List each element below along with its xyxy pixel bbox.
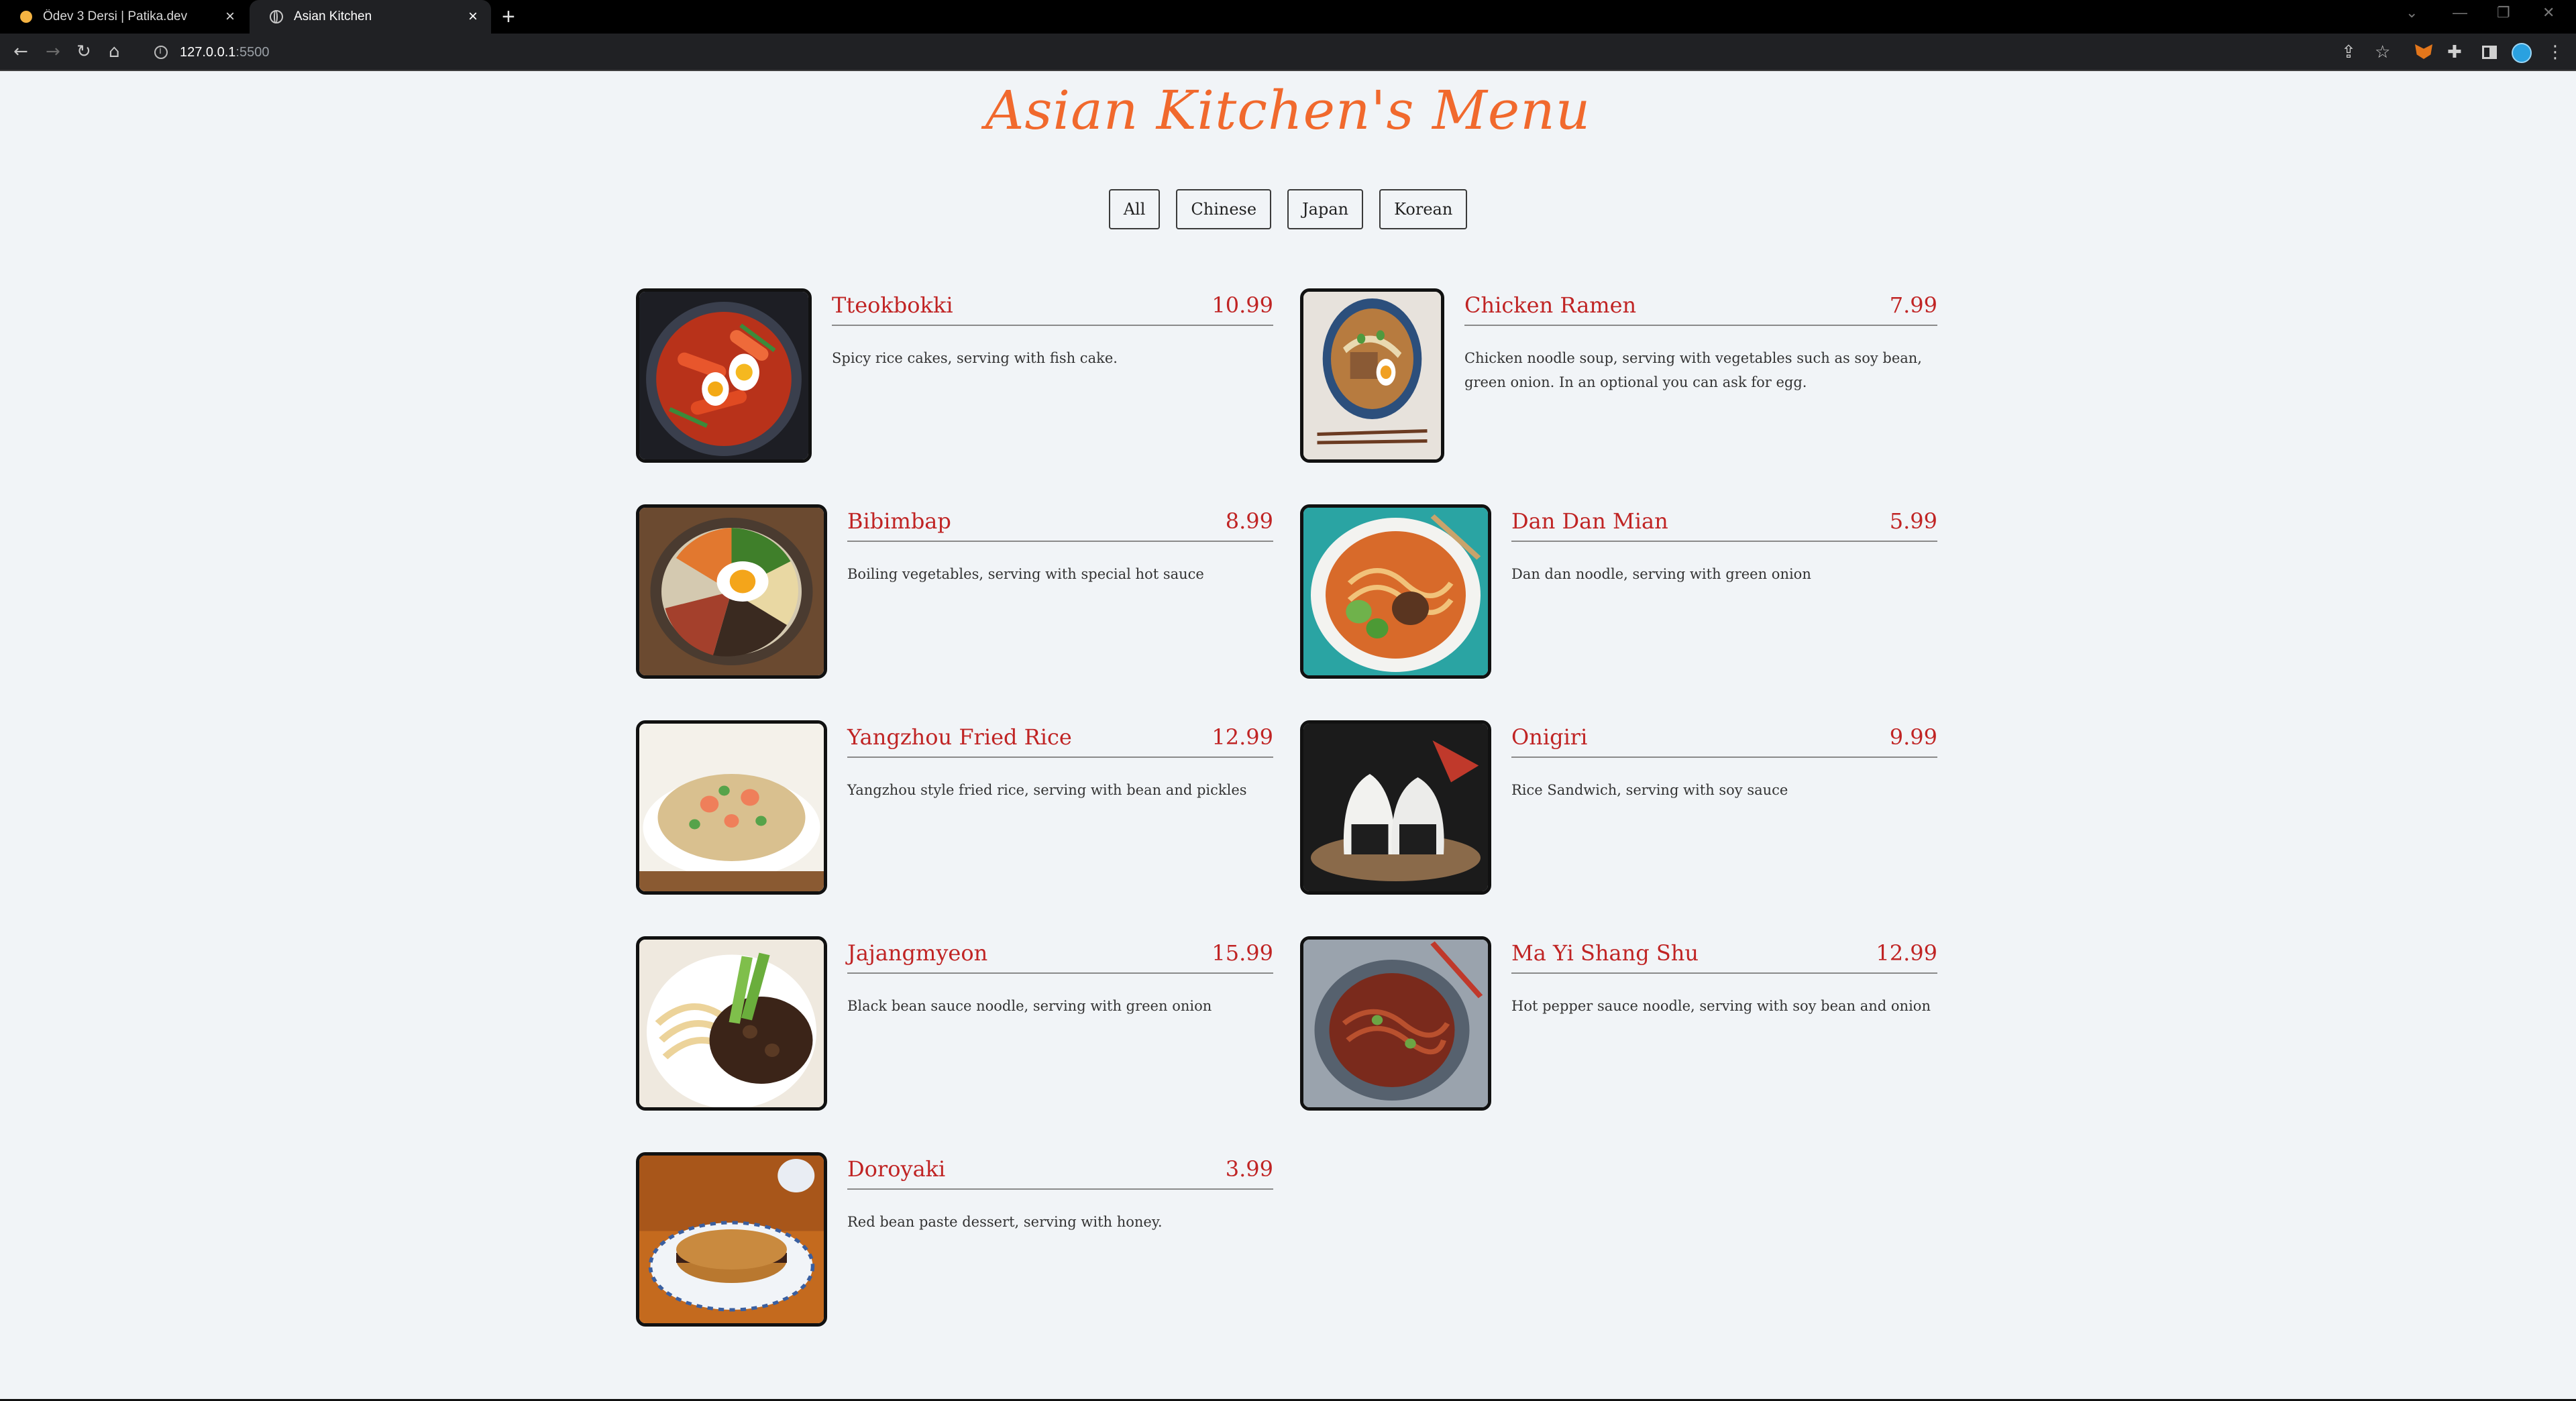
- onigiri-image: [1300, 720, 1491, 895]
- menu-item: Jajangmyeon 15.99 Black bean sauce noodl…: [636, 936, 1273, 1111]
- item-name: Chicken Ramen: [1464, 292, 1637, 318]
- close-window-icon[interactable]: ✕: [2542, 4, 2555, 21]
- menu-item: Tteokbokki 10.99 Spicy rice cakes, servi…: [636, 288, 1273, 463]
- item-price: 8.99: [1225, 508, 1273, 534]
- more-menu-icon[interactable]: ⋮: [2546, 42, 2564, 63]
- item-description: Chicken noodle soup, serving with vegeta…: [1464, 350, 1922, 390]
- new-tab-button[interactable]: +: [502, 4, 515, 30]
- url-port: :5500: [235, 44, 270, 60]
- share-icon[interactable]: ⇪: [2341, 42, 2356, 63]
- browser-toolbar: ← → ↻ ⌂ 127.0.0.1:5500 ⇪ ☆ ✚ ⋮: [0, 34, 2576, 71]
- item-name: Bibimbap: [847, 508, 951, 534]
- browser-tab-strip: Ödev 3 Dersi | Patika.dev × Asian Kitche…: [0, 0, 2576, 34]
- url-host: 127.0.0.1: [180, 44, 236, 60]
- profile-avatar[interactable]: [2512, 43, 2532, 63]
- extensions-puzzle-icon[interactable]: ✚: [2447, 42, 2462, 63]
- menu-item: Doroyaki 3.99 Red bean paste dessert, se…: [636, 1152, 1273, 1327]
- item-price: 5.99: [1889, 508, 1937, 534]
- item-header: Tteokbokki 10.99: [832, 288, 1273, 326]
- item-description: Boiling vegetables, serving with special…: [847, 566, 1204, 582]
- reload-icon[interactable]: ↻: [76, 40, 91, 63]
- item-name: Ma Yi Shang Shu: [1511, 940, 1699, 966]
- item-description: Dan dan noodle, serving with green onion: [1511, 566, 1811, 582]
- item-description: Red bean paste dessert, serving with hon…: [847, 1214, 1163, 1230]
- restore-icon[interactable]: ❐: [2497, 4, 2510, 21]
- item-description: Black bean sauce noodle, serving with gr…: [847, 998, 1212, 1014]
- item-description: Spicy rice cakes, serving with fish cake…: [832, 350, 1118, 366]
- item-header: Onigiri 9.99: [1511, 720, 1937, 758]
- menu-item: Yangzhou Fried Rice 12.99 Yangzhou style…: [636, 720, 1273, 895]
- forward-arrow-icon[interactable]: →: [46, 40, 60, 63]
- menu-item: Dan Dan Mian 5.99 Dan dan noodle, servin…: [1300, 504, 1937, 679]
- menu-item: Onigiri 9.99 Rice Sandwich, serving with…: [1300, 720, 1937, 895]
- minimize-icon[interactable]: —: [2453, 4, 2467, 21]
- tab-title: Asian Kitchen: [294, 9, 372, 23]
- close-icon[interactable]: ×: [225, 9, 235, 25]
- item-header: Bibimbap 8.99: [847, 504, 1273, 542]
- item-name: Doroyaki: [847, 1156, 946, 1182]
- side-panel-icon[interactable]: [2482, 46, 2497, 59]
- item-header: Doroyaki 3.99: [847, 1152, 1273, 1190]
- item-header: Ma Yi Shang Shu 12.99: [1511, 936, 1937, 974]
- globe-icon: [270, 10, 283, 23]
- item-description: Rice Sandwich, serving with soy sauce: [1511, 782, 1788, 798]
- filter-japan-button[interactable]: Japan: [1287, 189, 1364, 229]
- patika-favicon-icon: [20, 11, 32, 23]
- item-description: Hot pepper sauce noodle, serving with so…: [1511, 998, 1931, 1014]
- item-price: 15.99: [1212, 940, 1273, 966]
- item-price: 12.99: [1876, 940, 1937, 966]
- yangzhou-fried-rice-image: [636, 720, 827, 895]
- filter-all-button[interactable]: All: [1108, 189, 1161, 229]
- category-filter-bar: All Chinese Japan Korean: [0, 189, 2576, 229]
- item-price: 9.99: [1889, 724, 1937, 750]
- menu-item: Ma Yi Shang Shu 12.99 Hot pepper sauce n…: [1300, 936, 1937, 1111]
- item-price: 10.99: [1212, 292, 1273, 318]
- item-name: Yangzhou Fried Rice: [847, 724, 1072, 750]
- back-arrow-icon[interactable]: ←: [13, 40, 28, 63]
- dan-dan-mian-image: [1300, 504, 1491, 679]
- close-icon[interactable]: ×: [468, 9, 478, 25]
- item-header: Jajangmyeon 15.99: [847, 936, 1273, 974]
- metamask-fox-icon[interactable]: [2415, 44, 2432, 59]
- item-header: Dan Dan Mian 5.99: [1511, 504, 1937, 542]
- tab-patika[interactable]: Ödev 3 Dersi | Patika.dev ×: [0, 0, 248, 34]
- tab-asian-kitchen[interactable]: Asian Kitchen ×: [250, 0, 491, 34]
- filter-korean-button[interactable]: Korean: [1379, 189, 1468, 229]
- tteokbokki-image: [636, 288, 812, 463]
- menu-item: Chicken Ramen 7.99 Chicken noodle soup, …: [1300, 288, 1937, 463]
- item-header: Yangzhou Fried Rice 12.99: [847, 720, 1273, 758]
- tab-title: Ödev 3 Dersi | Patika.dev: [43, 9, 188, 23]
- page-title: Asian Kitchen's Menu: [985, 79, 1591, 142]
- item-description: Yangzhou style fried rice, serving with …: [847, 782, 1247, 798]
- item-name: Dan Dan Mian: [1511, 508, 1668, 534]
- item-name: Onigiri: [1511, 724, 1588, 750]
- site-info-icon[interactable]: [154, 46, 168, 59]
- item-price: 12.99: [1212, 724, 1273, 750]
- chicken-ramen-image: [1300, 288, 1444, 463]
- item-name: Jajangmyeon: [847, 940, 988, 966]
- bibimbap-image: [636, 504, 827, 679]
- jajangmyeon-image: [636, 936, 827, 1111]
- address-bar[interactable]: 127.0.0.1:5500: [141, 39, 2321, 66]
- tab-search-icon[interactable]: ⌄: [2406, 4, 2418, 21]
- menu-item: Bibimbap 8.99 Boiling vegetables, servin…: [636, 504, 1273, 679]
- item-price: 7.99: [1889, 292, 1937, 318]
- home-icon[interactable]: ⌂: [109, 40, 120, 63]
- bookmark-star-icon[interactable]: ☆: [2375, 42, 2390, 63]
- item-header: Chicken Ramen 7.99: [1464, 288, 1937, 326]
- item-name: Tteokbokki: [832, 292, 953, 318]
- ma-yi-shang-shu-image: [1300, 936, 1491, 1111]
- item-price: 3.99: [1225, 1156, 1273, 1182]
- doroyaki-image: [636, 1152, 827, 1327]
- filter-chinese-button[interactable]: Chinese: [1176, 189, 1272, 229]
